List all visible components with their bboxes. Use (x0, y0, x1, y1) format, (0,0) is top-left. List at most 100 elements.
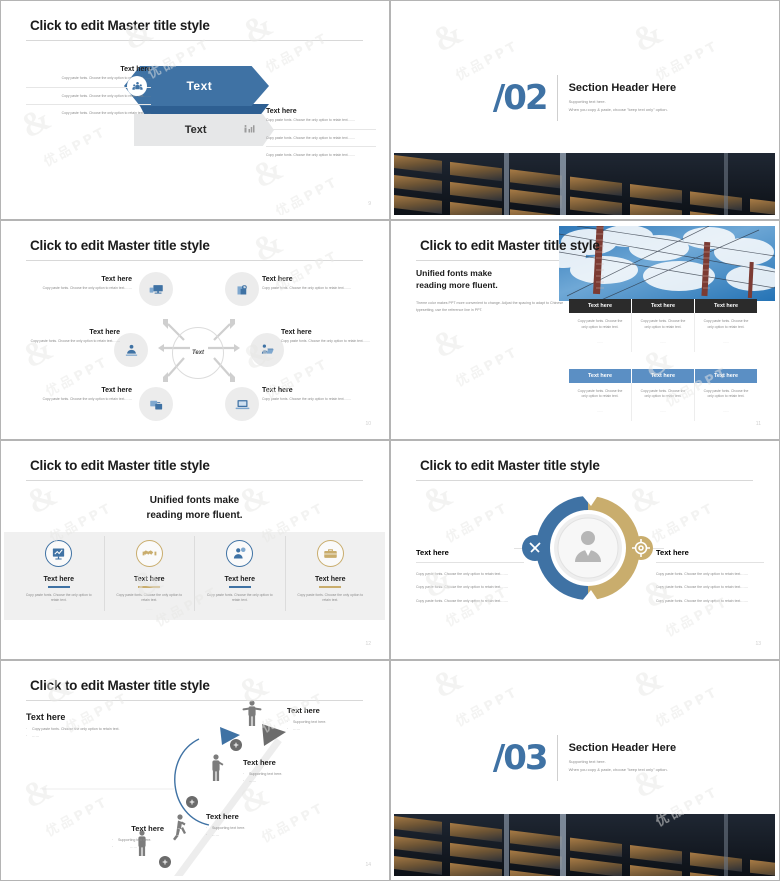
left-heading: Text here (120, 66, 151, 73)
feature-2-dash: …… (145, 607, 153, 612)
step-block-2: Text here Supporting text here. …… (243, 758, 343, 785)
table-header-cell[interactable]: Text here (569, 368, 632, 383)
left-row-2: Copy paste fonts. Choose the only option… (416, 585, 509, 590)
right-row-2-divider (266, 146, 376, 148)
main-heading: Text here (26, 712, 66, 722)
slide-deck-grid: & 优品PPT & 优品PPT & 优品PPT & 优品PPT Click to edi… (0, 0, 780, 881)
slide-thumbnail-1[interactable]: & 优品PPT & 优品PPT & 优品PPT & 优品PPT Click to edi… (0, 0, 390, 220)
node-6-body: Copy paste fonts. Choose the only option… (262, 397, 352, 401)
table-header-row-blue: Text here Text here Text here (569, 368, 757, 383)
plus-node-2[interactable]: + (186, 796, 198, 808)
node-2-label: Text here (262, 276, 293, 283)
slide-thumbnail-4[interactable]: & 优品PPT & 优品PPT Click to edit Master title… (390, 220, 780, 440)
slide-thumbnail-5[interactable]: & 优品PPT & 优品PPT & 优品PPT Click to edit Maste… (0, 440, 390, 660)
table-header-cell[interactable]: Text here (695, 368, 757, 383)
comparison-table: Text here Text here Text here Copy paste… (569, 299, 757, 422)
node-block-2: Text here Copy paste fonts. Choose the o… (262, 276, 370, 292)
page-number: 10 (365, 421, 371, 427)
table-cell: Copy paste fonts. Choose the only option… (569, 382, 632, 422)
node-1-label: Text here (101, 276, 132, 283)
node-3-label: Text here (89, 329, 120, 336)
feature-2-body: Copy paste fonts. Choose the only option… (116, 592, 183, 603)
section-heading: Section Header Here (568, 742, 677, 755)
left-row-1: Copy paste fonts. Choose the only option… (416, 572, 509, 576)
feature-2-label: Text here (133, 576, 165, 583)
right-row-3-text: Copy paste fonts. Choose the only option… (266, 153, 356, 158)
feature-column-4[interactable]: Text here Copy paste fonts. Choose the o… (286, 536, 376, 611)
section-sub-1: Supporting text here. (568, 99, 606, 105)
feature-3-body: Copy paste fonts. Choose the only option… (206, 592, 273, 603)
presentation-chart-icon (45, 540, 73, 567)
page-title: Click to edit Master title style (30, 238, 210, 253)
section-header-block: /02 Section Header Here Supporting text … (394, 68, 775, 128)
step-1-item: Supporting text here. (287, 719, 385, 726)
right-row-1-text: Copy paste fonts. Choose the only option… (266, 118, 356, 122)
feature-1-underline (47, 586, 70, 588)
slide-thumbnail-8[interactable]: & 优品PPT & 优品PPT & 优品PPT /03 Section Header … (390, 660, 780, 881)
title-divider (26, 260, 363, 261)
table-header-cell[interactable]: Text here (632, 299, 695, 313)
step-2-item: Supporting text here. (243, 771, 343, 778)
lead-heading-block: Unified fonts make reading more fluent. (4, 494, 385, 523)
plus-node-3[interactable]: + (230, 739, 242, 751)
right-row-2: Copy paste fonts. Choose the only option… (656, 585, 749, 590)
slide-thumbnail-6[interactable]: & 优品PPT & 优品PPT & 优品PPT & 优品PPT Click to edi… (390, 440, 780, 660)
step-block-4: Text here Supporting text here. …… (64, 824, 164, 851)
feature-column-2[interactable]: Text here Copy paste fonts. Choose the o… (105, 536, 195, 612)
feature-column-1[interactable]: Text here Copy paste fonts. Choose the o… (14, 536, 105, 612)
feature-columns: Text here Copy paste fonts. Choose the o… (14, 536, 376, 612)
page-title: Click to edit Master title style (420, 238, 600, 253)
person-pointing-icon (210, 754, 224, 787)
feature-column-3[interactable]: Text here Copy paste fonts. Choose the o… (195, 536, 286, 612)
step-2-list: Supporting text here. …… (243, 771, 343, 785)
left-row-2-divider (26, 104, 151, 106)
step-2-label: Text here (243, 758, 276, 767)
table-cell-text: Copy paste fonts. Choose the only option… (703, 319, 749, 329)
feature-3-label: Text here (224, 576, 256, 583)
section-number: /03 (492, 738, 549, 778)
title-divider (26, 700, 363, 701)
slide-thumbnail-7[interactable]: & 优品PPT & 优品PPT & 优品PPT & 优品PPT Click to edi… (0, 660, 390, 881)
table-cell: Copy paste fonts. Choose the only option… (695, 383, 757, 422)
page-number: 13 (755, 641, 761, 647)
node-6-label: Text here (262, 387, 293, 394)
left-heading: Text here (416, 548, 449, 557)
node-block-5: Text here Copy paste fonts. Choose the o… (24, 387, 132, 403)
step-2-item: …… (243, 778, 343, 785)
table-cell: Copy paste fonts. Choose the only option… (632, 382, 695, 422)
node-5-body: Copy paste fonts. Choose the only option… (42, 397, 132, 401)
right-row-3: Copy paste fonts. Choose the only option… (656, 598, 749, 603)
lead-heading-line-2: reading more fluent. (416, 279, 498, 290)
table-cell-dash: …… (596, 409, 604, 414)
section-sub-1: Supporting text here. (568, 759, 606, 765)
right-row-1: Copy paste fonts. Choose the only option… (266, 118, 376, 130)
section-divider (556, 735, 558, 781)
step-1-label: Text here (287, 706, 320, 715)
table-header-cell[interactable]: Text here (695, 299, 757, 313)
feature-4-underline (319, 586, 342, 588)
slide-thumbnail-3[interactable]: & 优品PPT & 优品PPT & 优品PPT Click to edit Maste… (0, 220, 390, 440)
page-number: 11 (755, 421, 761, 427)
table-cell-dash: …… (659, 409, 667, 414)
table-header-row-dark: Text here Text here Text here (569, 299, 757, 313)
slide-thumbnail-2[interactable]: & 优品PPT & 优品PPT /02 Section Header Here Su… (390, 0, 780, 220)
node-3-body: Copy paste fonts. Choose the only option… (30, 339, 120, 343)
feature-4-dash: …… (326, 607, 334, 612)
table-cell-text: Copy paste fonts. Choose the only option… (703, 388, 749, 399)
feature-1-label: Text here (43, 576, 75, 583)
page-title: Click to edit Master title style (30, 458, 210, 473)
step-3-label: Text here (206, 812, 239, 821)
lead-text-block: Unified fonts make reading more fluent. … (416, 268, 566, 315)
lead-heading-line-1: Unified fonts make (416, 268, 493, 278)
table-cell-dash: …… (722, 339, 730, 344)
section-header-block: /03 Section Header Here Supporting text … (394, 728, 775, 788)
plus-node-1[interactable]: + (159, 856, 171, 868)
right-row-2-text: Copy paste fonts. Choose the only option… (266, 135, 356, 140)
left-row-3: Copy paste fonts. Choose the only option… (416, 598, 509, 603)
table-header-cell[interactable]: Text here (569, 299, 632, 313)
table-cell: Copy paste fonts. Choose the only option… (569, 313, 632, 352)
right-text-block: Text here Copy paste fonts. Choose the o… (656, 548, 760, 611)
table-header-cell[interactable]: Text here (632, 368, 695, 383)
node-4-body: Copy paste fonts. Choose the only option… (281, 339, 371, 343)
node-block-6: Text here Copy paste fonts. Choose the o… (262, 387, 370, 403)
